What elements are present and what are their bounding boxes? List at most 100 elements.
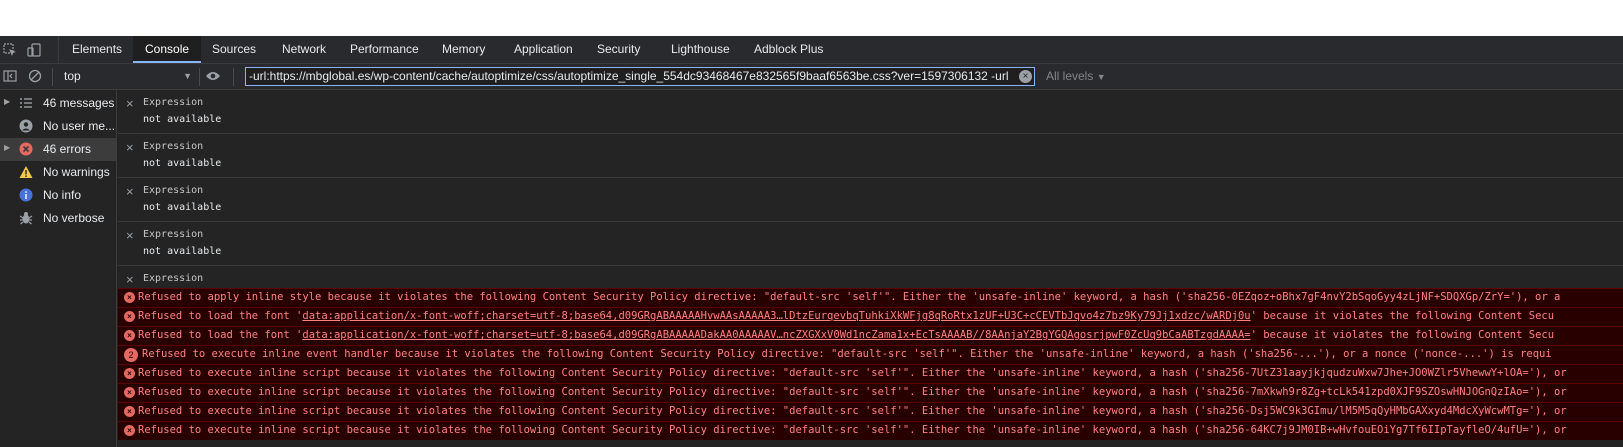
error-icon [19,142,33,156]
remove-expression-icon[interactable]: × [126,184,134,199]
sidebar-item-label: No verbose [43,211,105,225]
error-message[interactable]: 2 Refused to execute inline event handler… [118,345,1623,364]
error-icon: × [124,425,135,436]
error-text-suffix: ' because it violates the following Cont… [1250,310,1555,322]
live-expression: × Expression not available [118,134,1623,178]
expression-value: not available [143,246,222,257]
error-text: Refused to execute inline script because… [138,367,1567,379]
bug-icon [19,211,33,225]
clear-console-icon[interactable] [28,69,42,86]
tab-sources[interactable]: Sources [200,36,268,63]
context-selector[interactable]: top ▼ [58,67,198,86]
toolbar-divider [233,68,234,86]
expand-arrow-icon[interactable]: ▶ [4,143,10,152]
sidebar-item-messages[interactable]: ▶ 46 messages [0,92,117,115]
expression-input[interactable]: Expression [143,141,203,152]
console-filter-input[interactable]: -url:https://mbglobal.es/wp-content/cach… [245,67,1035,86]
toolbar-divider [52,68,53,86]
error-text-prefix: Refused to load the font ' [138,310,303,322]
context-label: top [64,69,81,83]
user-icon [19,119,33,133]
chevron-down-icon: ▼ [1096,72,1106,82]
eye-icon[interactable] [205,70,221,85]
tab-security[interactable]: Security [585,36,652,63]
error-message[interactable]: × Refused to load the font 'data:applicat… [118,307,1623,326]
error-icon: × [124,406,135,417]
sidebar-item-label: 46 messages [43,96,115,110]
expression-input[interactable]: Expression [143,185,203,196]
tab-lighthouse[interactable]: Lighthouse [659,36,742,63]
live-expression: × Expression not available [118,222,1623,266]
tab-memory[interactable]: Memory [430,36,497,63]
tab-network[interactable]: Network [270,36,338,63]
live-expression: × Expression not available [118,178,1623,222]
levels-label: All levels [1046,69,1094,83]
devtools-panel: Elements Console Sources Network Performance… [0,36,1623,447]
sidebar-item-verbose[interactable]: No verbose [0,207,117,230]
console-messages: × Expression not available × Expression not a… [118,90,1623,447]
console-toolbar: top ▼ -url:https://mbglobal.es/wp-conten… [0,64,1623,90]
error-text: Refused to execute inline script because… [138,386,1567,398]
expression-value: not available [143,114,222,125]
info-icon [19,188,33,202]
sidebar-item-user-messages[interactable]: No user me... [0,115,117,138]
sidebar-toggle-icon[interactable] [3,69,17,86]
error-message[interactable]: × Refused to load the font 'data:applicat… [118,326,1623,345]
error-text: Refused to load the font 'data:applicati… [138,310,1554,322]
console-sidebar: ▶ 46 messages No user me... ▶ 46 errors … [0,90,117,447]
tab-application[interactable]: Application [502,36,585,63]
expression-value: not available [143,158,222,169]
sidebar-item-label: No user me... [43,119,116,133]
tab-performance[interactable]: Performance [338,36,431,63]
clear-filter-icon[interactable]: × [1019,70,1032,83]
devtools-tabbar: Elements Console Sources Network Performance… [0,36,1623,64]
error-icon: × [124,292,135,303]
expression-input[interactable]: Expression [143,97,203,108]
error-text: Refused to apply inline style because it… [138,291,1561,303]
tabbar-tools [0,36,59,64]
sidebar-item-errors[interactable]: ▶ 46 errors [0,138,117,161]
remove-expression-icon[interactable]: × [126,96,134,111]
error-text: Refused to execute inline script because… [138,424,1567,436]
expression-input[interactable]: Expression [143,273,203,284]
error-message[interactable]: × Refused to apply inline style because i… [118,288,1623,307]
sidebar-item-label: No warnings [43,165,110,179]
repeat-count-badge: 2 [124,348,138,362]
expression-value: not available [143,202,222,213]
sidebar-item-label: 46 errors [43,142,92,156]
error-text-suffix: ' because it violates the following Cont… [1250,329,1555,341]
font-data-link[interactable]: data:application/x-font-woff;charset=utf… [302,310,1250,322]
error-icon: × [124,330,135,341]
error-message[interactable]: × Refused to execute inline script becaus… [118,364,1623,383]
expression-input[interactable]: Expression [143,229,203,240]
tab-elements[interactable]: Elements [60,36,134,63]
sidebar-item-warnings[interactable]: No warnings [0,161,117,184]
log-levels-dropdown[interactable]: All levels ▼ [1046,69,1106,83]
error-text-prefix: Refused to load the font ' [138,329,303,341]
error-text: Refused to execute inline event handler … [142,348,1552,360]
error-message[interactable]: × Refused to execute inline script becaus… [118,402,1623,421]
remove-expression-icon[interactable]: × [126,272,134,287]
sidebar-item-info[interactable]: No info [0,184,117,207]
error-icon: × [124,368,135,379]
toolbar-divider [199,68,200,86]
tab-console[interactable]: Console [133,36,202,63]
error-icon: × [124,387,135,398]
inspect-element-icon[interactable] [3,43,17,60]
font-data-link[interactable]: data:application/x-font-woff;charset=utf… [302,329,1250,341]
dropdown-caret-icon: ▼ [183,71,192,81]
tab-adblock-plus[interactable]: Adblock Plus [742,36,835,63]
remove-expression-icon[interactable]: × [126,140,134,155]
device-toolbar-icon[interactable] [27,43,41,60]
sidebar-item-label: No info [43,188,82,202]
error-message[interactable]: × Refused to execute inline script becaus… [118,421,1623,440]
remove-expression-icon[interactable]: × [126,228,134,243]
error-message[interactable]: × Refused to execute inline script becaus… [118,383,1623,402]
error-text: Refused to execute inline script because… [138,405,1567,417]
list-icon [19,96,33,110]
warning-icon [19,165,33,179]
expand-arrow-icon[interactable]: ▶ [4,97,10,106]
error-text: Refused to load the font 'data:applicati… [138,329,1554,341]
live-expression: × Expression not available [118,90,1623,134]
error-icon: × [124,311,135,322]
